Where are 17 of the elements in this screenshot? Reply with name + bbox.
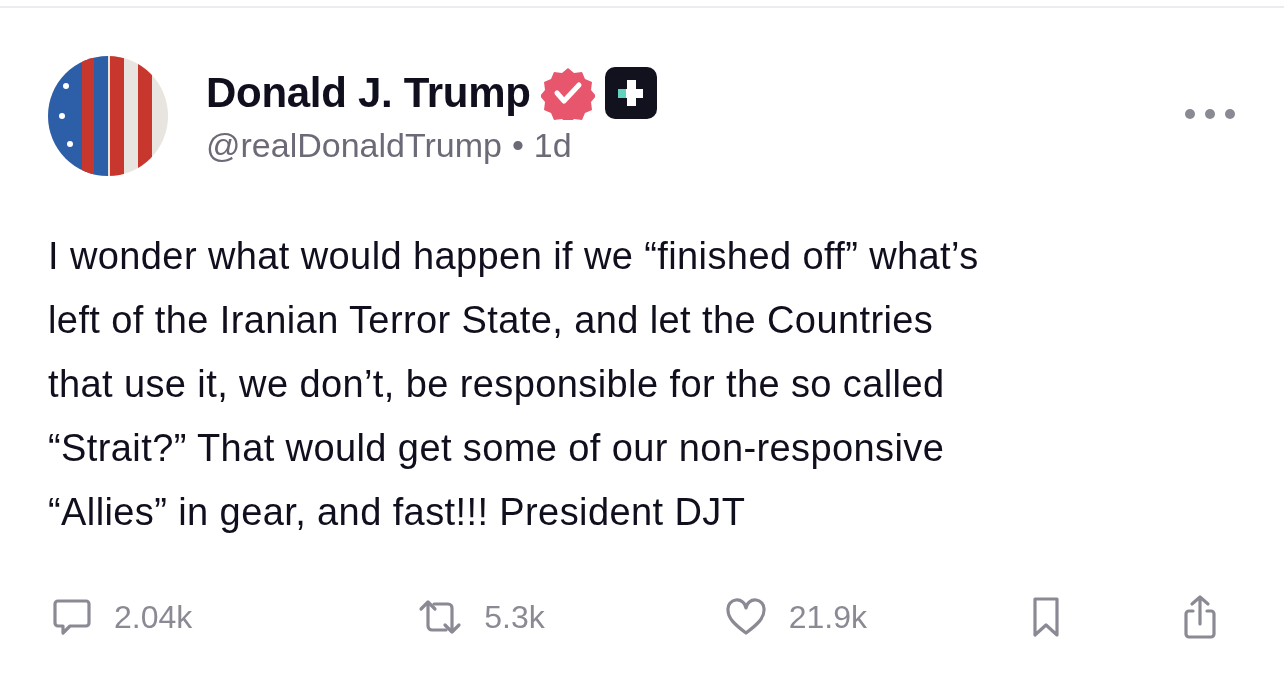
share-icon [1183,594,1218,640]
comment-icon [52,597,92,637]
reply-button[interactable]: 2.04k [52,597,193,637]
share-button[interactable] [1183,594,1218,640]
bookmark-icon [1031,596,1062,638]
bookmark-button[interactable] [1031,596,1062,638]
plus-app-icon [604,67,657,119]
post-text: I wonder what would happen if we “finished off” what’s left of the Iranian Terror State, and let the Countries that use it, we don’t, be responsible for the so called “Strait?” That would get some of our non-responsive “Allies” in gear, and fast!!! President DJT [48,234,980,535]
post-time: 1d [533,126,572,165]
author-handle: @realDonaldTrump [206,126,502,165]
repost-button[interactable]: 5.3k [418,597,545,637]
separator: • [511,126,524,165]
repost-icon [418,597,463,637]
like-button[interactable]: 21.9k [724,598,868,636]
author-name: Donald J. Trump [206,69,531,117]
heart-icon [724,598,767,636]
more-options-icon[interactable] [1184,108,1236,120]
